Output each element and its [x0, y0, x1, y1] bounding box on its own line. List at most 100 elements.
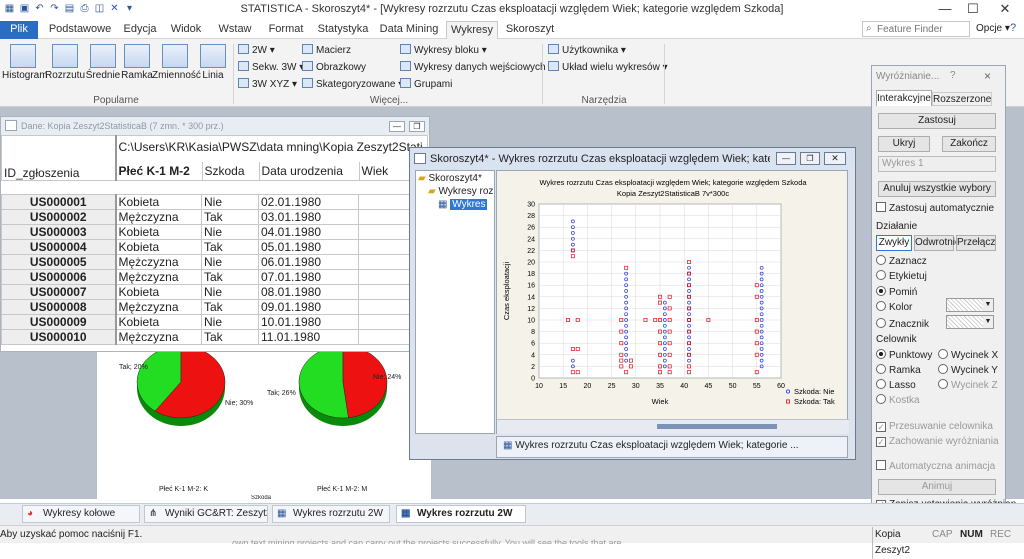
- tab-interakcyjne[interactable]: Interakcyjne: [876, 90, 932, 106]
- mode-inverse-button[interactable]: Odwrotnie: [914, 235, 961, 251]
- target-slice-z-radio[interactable]: Wycinek Z: [938, 379, 998, 393]
- table-cell[interactable]: Nie: [201, 284, 259, 300]
- table-cell[interactable]: Tak: [201, 209, 259, 225]
- block-plots-button[interactable]: Wykresy bloku ▾: [400, 44, 487, 58]
- plot-scrollbar[interactable]: [497, 419, 849, 434]
- plot-2w-button[interactable]: 2W ▾: [238, 44, 275, 58]
- help-icon[interactable]: ?: [1010, 22, 1016, 34]
- row-id-cell[interactable]: US000004: [1, 239, 117, 255]
- multi-layout-button[interactable]: Układ wielu wykresów ▾: [548, 61, 668, 75]
- icon-plot-button[interactable]: Obrazkowy: [302, 61, 366, 75]
- table-cell[interactable]: Mężczyzna: [115, 299, 202, 315]
- table-cell[interactable]: Mężczyzna: [115, 254, 202, 270]
- hide-button[interactable]: Ukryj: [878, 136, 930, 152]
- matrix-button[interactable]: Macierz: [302, 44, 351, 58]
- tab-data-mining[interactable]: Data Mining: [376, 21, 442, 39]
- table-row[interactable]: US000003KobietaNie04.01.198036: [1, 224, 426, 240]
- target-box-radio[interactable]: Ramka: [876, 364, 921, 378]
- auto-animation-checkbox[interactable]: Automatyczna animacja: [876, 460, 995, 474]
- scatter-close-icon[interactable]: ✕: [824, 152, 846, 165]
- tab-skoroszyt[interactable]: Skoroszyt: [502, 21, 558, 39]
- target-cube-radio[interactable]: Kostka: [876, 394, 920, 408]
- table-row[interactable]: US000005MężczyznaNie06.01.198036: [1, 254, 426, 270]
- maximize-icon[interactable]: ☐: [958, 0, 988, 20]
- seq-3w-button[interactable]: Sekw. 3W ▾: [238, 61, 304, 75]
- tab-widok[interactable]: Widok: [164, 21, 208, 39]
- xyz-3w-button[interactable]: 3W XYZ ▾: [238, 78, 297, 92]
- options-menu[interactable]: Opcje ▾: [976, 23, 1010, 34]
- row-id-cell[interactable]: US000002: [1, 209, 117, 225]
- line-button[interactable]: Linia: [198, 44, 228, 84]
- histogram-button[interactable]: Histogram: [2, 44, 48, 84]
- table-cell[interactable]: 04.01.1980: [258, 224, 359, 240]
- table-cell[interactable]: Tak: [201, 239, 259, 255]
- action-marker-radio[interactable]: Znacznik: [876, 318, 929, 332]
- taskbar-item-active[interactable]: ▦ Wykres rozrzutu 2W: [396, 505, 526, 523]
- taskbar-item[interactable]: ▦ Wykres rozrzutu 2W: [272, 505, 390, 523]
- row-id-cell[interactable]: US000010: [1, 329, 117, 345]
- table-cell[interactable]: Tak: [201, 299, 259, 315]
- table-cell[interactable]: Kobieta: [115, 224, 202, 240]
- taskbar-item[interactable]: ◕ Wykresy kołowe: [22, 505, 140, 523]
- table-row[interactable]: US000008MężczyznaTak09.01.198036: [1, 299, 426, 315]
- color-picker[interactable]: ▼: [946, 298, 994, 312]
- variability-button[interactable]: Zmienność: [152, 44, 201, 84]
- tab-rozszerzone[interactable]: Rozszerzone: [932, 92, 992, 106]
- input-data-plots-button[interactable]: Wykresy danych wejściowych ▾: [400, 61, 553, 75]
- scatter-restore-icon[interactable]: ❐: [800, 152, 820, 165]
- table-cell[interactable]: 11.01.1980: [258, 329, 359, 345]
- table-cell[interactable]: Tak: [201, 329, 259, 345]
- table-cell[interactable]: Tak: [201, 269, 259, 285]
- table-cell[interactable]: Nie: [201, 314, 259, 330]
- tab-statystyka[interactable]: Statystyka: [314, 21, 372, 39]
- table-cell[interactable]: 08.01.1980: [258, 284, 359, 300]
- table-cell[interactable]: Nie: [201, 194, 259, 210]
- table-cell[interactable]: 10.01.1980: [258, 314, 359, 330]
- row-id-cell[interactable]: US000003: [1, 224, 117, 240]
- table-cell[interactable]: Mężczyzna: [115, 329, 202, 345]
- minimize-icon[interactable]: —: [930, 0, 960, 20]
- row-id-cell[interactable]: US000005: [1, 254, 117, 270]
- tab-podstawowe[interactable]: Podstawowe: [44, 21, 116, 39]
- row-id-cell[interactable]: US000008: [1, 299, 117, 315]
- column-header[interactable]: Szkoda: [203, 162, 260, 180]
- table-cell[interactable]: 03.01.1980: [258, 209, 359, 225]
- target-slice-y-radio[interactable]: Wycinek Y: [938, 364, 998, 378]
- tab-edycja[interactable]: Edycja: [118, 21, 162, 39]
- categorized-button[interactable]: Skategoryzowane ▾: [302, 78, 403, 92]
- table-cell[interactable]: Kobieta: [115, 284, 202, 300]
- row-id-cell[interactable]: US000007: [1, 284, 117, 300]
- graph-select[interactable]: Wykres 1: [878, 156, 996, 172]
- mode-toggle-button[interactable]: Przełącz: [956, 235, 996, 251]
- tree-folder[interactable]: ▰ Wykresy rozr: [428, 186, 494, 197]
- table-cell[interactable]: Mężczyzna: [115, 209, 202, 225]
- table-cell[interactable]: Kobieta: [115, 314, 202, 330]
- table-row[interactable]: US000002MężczyznaTak03.01.198036: [1, 209, 426, 225]
- feature-finder-input[interactable]: [877, 23, 967, 35]
- table-cell[interactable]: 09.01.1980: [258, 299, 359, 315]
- row-id-cell[interactable]: US000009: [1, 314, 117, 330]
- action-select-radio[interactable]: Zaznacz: [876, 255, 927, 269]
- animate-button[interactable]: Animuj: [878, 479, 996, 495]
- column-header[interactable]: Data urodzenia: [260, 162, 360, 180]
- table-row[interactable]: US000009KobietaNie10.01.198036: [1, 314, 426, 330]
- tab-wykresy[interactable]: Wykresy: [446, 21, 498, 39]
- keep-highlight-checkbox[interactable]: ✓ Zachowanie wyróżniania: [876, 435, 999, 449]
- column-header[interactable]: Płeć K-1 M-2: [117, 162, 203, 180]
- table-row[interactable]: US000006MężczyznaTak07.01.198036: [1, 269, 426, 285]
- table-cell[interactable]: 05.01.1980: [258, 239, 359, 255]
- scrollbar-thumb[interactable]: [657, 424, 777, 429]
- move-crosshair-checkbox[interactable]: ✓ Przesuwanie celownika: [876, 420, 993, 434]
- table-row[interactable]: US000010MężczyznaTak11.01.198036: [1, 329, 426, 345]
- mode-normal-button[interactable]: Zwykły: [876, 235, 912, 251]
- target-slice-x-radio[interactable]: Wycinek X: [938, 349, 998, 363]
- scatter-button[interactable]: Rozrzutu: [44, 44, 86, 84]
- data-window-minimize-icon[interactable]: —: [389, 121, 405, 132]
- table-cell[interactable]: 07.01.1980: [258, 269, 359, 285]
- target-point-radio[interactable]: Punktowy: [876, 349, 932, 363]
- panel-help-icon[interactable]: ?: [950, 70, 956, 81]
- tab-format[interactable]: Format: [262, 21, 310, 39]
- tab-plik[interactable]: Plik: [0, 21, 38, 39]
- feature-finder[interactable]: ⌕: [862, 21, 970, 37]
- table-row[interactable]: US000004KobietaTak05.01.198036: [1, 239, 426, 255]
